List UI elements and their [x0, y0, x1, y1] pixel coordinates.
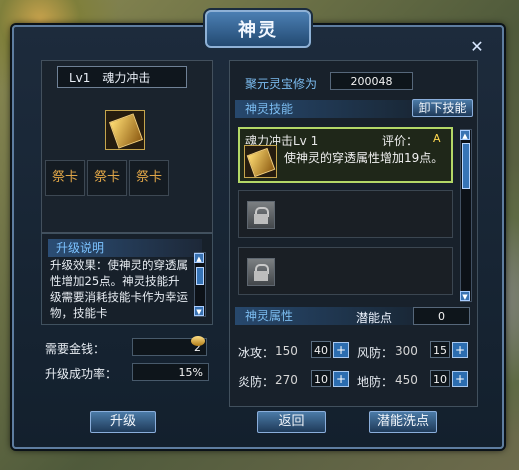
skill-book-image	[108, 113, 144, 149]
skill-title-text: Lv1 魂力冲击	[69, 71, 151, 85]
plus-icon[interactable]: +	[452, 342, 468, 358]
locked-skill-slot-1[interactable]	[238, 190, 453, 238]
skill-list-scrollbar[interactable]: ▲ ▼	[460, 129, 472, 302]
scroll-up-icon[interactable]: ▲	[194, 253, 204, 263]
attr-ice-attack-add: 40	[311, 341, 331, 358]
card-slots: 祭卡 祭卡 祭卡	[45, 160, 169, 196]
card-slot-3[interactable]: 祭卡	[129, 160, 169, 196]
skill-book-icon[interactable]	[105, 110, 145, 150]
upgrade-description-text: 升级效果：使神灵的穿透属性增加25点。神灵技能升级需要消耗技能卡作为幸运物，技能…	[50, 258, 188, 320]
window-title-text: 神灵	[238, 20, 278, 41]
skill-book-image-small	[246, 147, 276, 178]
rating-label: 评价：	[382, 134, 419, 148]
attr-fire-defense-base: 270	[275, 373, 298, 387]
attr-wind-defense-add: 15	[430, 341, 450, 358]
scroll-down-icon[interactable]: ▼	[194, 306, 204, 316]
potential-label: 潜能点	[356, 311, 393, 325]
scroll-thumb[interactable]	[462, 143, 470, 189]
attr-earth-defense-base: 450	[395, 373, 418, 387]
plus-icon[interactable]: +	[333, 342, 349, 358]
coin-icon	[191, 336, 205, 346]
attr-ice-attack-label: 冰攻：	[238, 346, 275, 360]
scroll-up-icon[interactable]: ▲	[460, 130, 470, 140]
success-rate-value: 15%	[132, 363, 209, 381]
money-label: 需要金钱：	[45, 342, 106, 356]
locked-skill-slot-2[interactable]	[238, 247, 453, 295]
close-icon[interactable]: ✕	[469, 39, 485, 55]
attr-fire-defense-add: 10	[311, 370, 331, 387]
yuanbao-value: 200048	[330, 72, 413, 90]
skill-description: 使神灵的穿透属性增加19点。	[284, 151, 444, 165]
scroll-down-icon[interactable]: ▼	[460, 291, 470, 301]
plus-icon[interactable]: +	[452, 371, 468, 387]
card-slot-2[interactable]: 祭卡	[87, 160, 127, 196]
equipped-skill-icon	[244, 145, 277, 178]
attr-earth-defense-label: 地防：	[357, 375, 394, 389]
skill-title-field: Lv1 魂力冲击	[57, 66, 187, 88]
attr-earth-defense-add: 10	[430, 370, 450, 387]
attr-wind-defense-base: 300	[395, 344, 418, 358]
unload-skill-button[interactable]: 卸下技能	[412, 99, 473, 117]
upgrade-button[interactable]: 升级	[90, 411, 156, 433]
attr-ice-attack-base: 150	[275, 344, 298, 358]
potential-reset-button[interactable]: 潜能洗点	[369, 411, 437, 433]
rating-value: A	[433, 132, 441, 145]
upgrade-header: 升级说明	[48, 239, 202, 257]
yuanbao-label: 聚元灵宝修为	[245, 77, 318, 91]
scroll-thumb[interactable]	[196, 267, 204, 285]
upgrade-scrollbar[interactable]: ▲ ▼	[194, 252, 206, 317]
plus-icon[interactable]: +	[333, 371, 349, 387]
success-label: 升级成功率：	[45, 367, 118, 381]
lock-icon	[247, 258, 275, 286]
window-title: 神灵	[205, 10, 311, 48]
back-button[interactable]: 返回	[257, 411, 326, 433]
attr-fire-defense-label: 炎防：	[238, 375, 275, 389]
potential-value: 0	[413, 307, 470, 325]
card-slot-1[interactable]: 祭卡	[45, 160, 85, 196]
attr-wind-defense-label: 风防：	[357, 346, 394, 360]
lock-icon	[247, 201, 275, 229]
